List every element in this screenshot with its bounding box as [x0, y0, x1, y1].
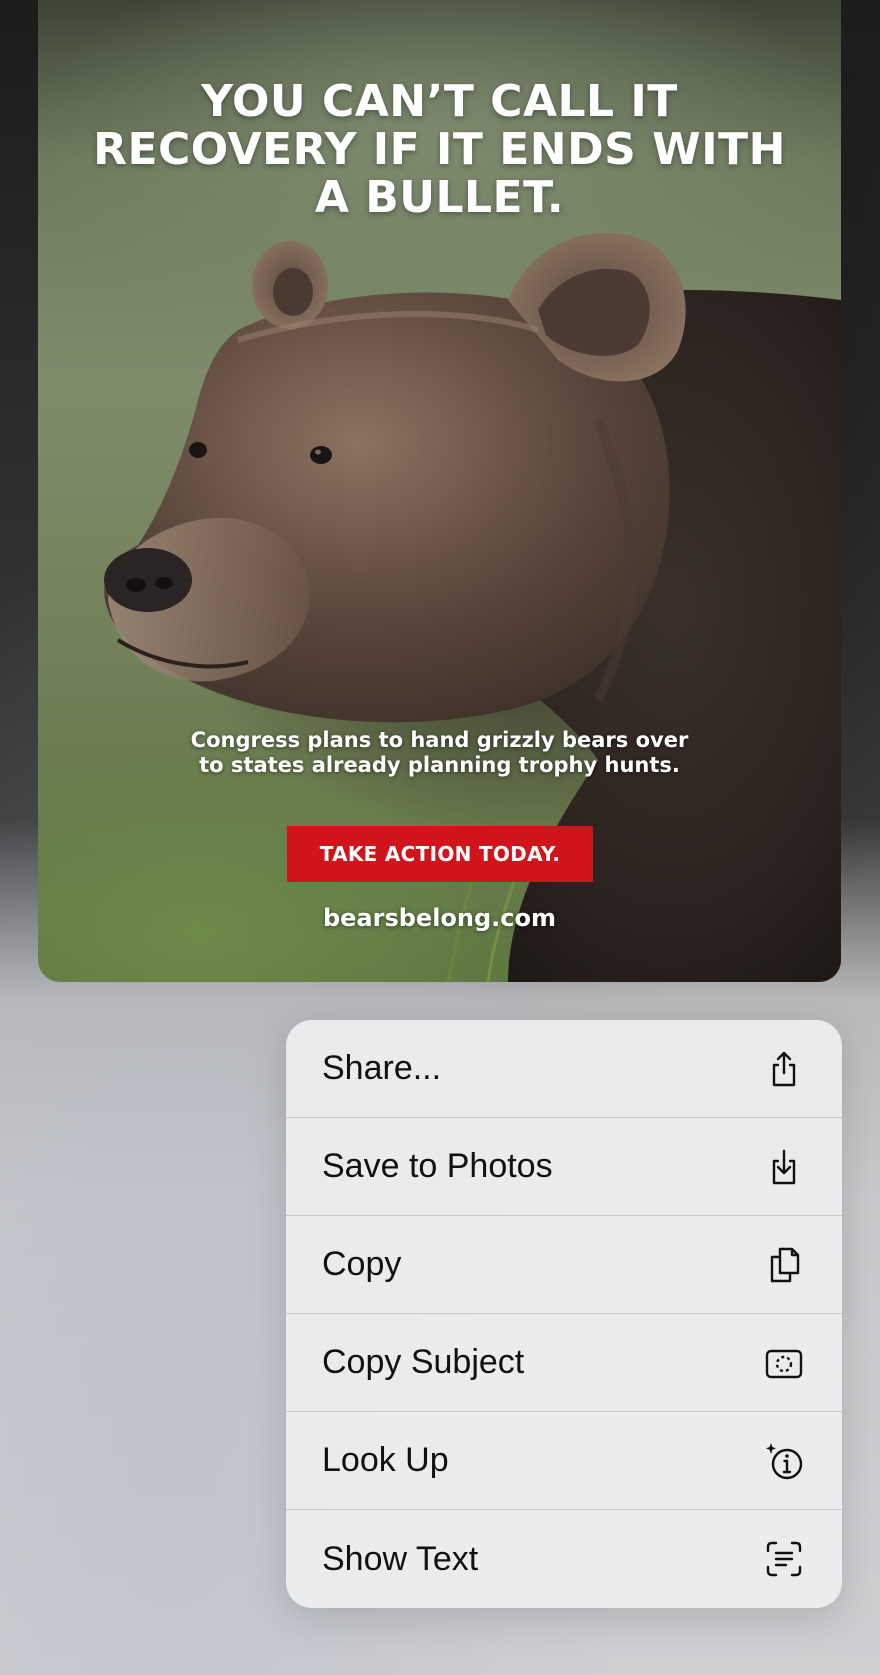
website-text: bearsbelong.com: [322, 904, 557, 932]
menu-item-label: Share...: [322, 1049, 442, 1087]
menu-item-label: Save to Photos: [322, 1147, 553, 1185]
take-action-banner: TAKE ACTION TODAY.: [287, 826, 593, 882]
look-up-icon: [764, 1441, 804, 1481]
menu-item-label: Show Text: [322, 1539, 479, 1578]
show-text-icon: [764, 1539, 804, 1579]
menu-item-label: Copy: [322, 1245, 402, 1283]
headline-text: YOU CAN’T CALL IT RECOVERY IF IT ENDS WI…: [93, 76, 786, 223]
menu-item-copy-subject[interactable]: Copy Subject: [286, 1314, 842, 1412]
subhead-text: Congress plans to hand grizzly bears ove…: [190, 728, 689, 777]
copy-icon: [764, 1245, 804, 1285]
share-icon: [764, 1049, 804, 1089]
copy-subject-icon: [764, 1343, 804, 1383]
context-menu: Share... Save to Photos Copy Copy Subjec…: [286, 1020, 842, 1608]
menu-item-label: Copy Subject: [322, 1343, 525, 1381]
menu-item-look-up[interactable]: Look Up: [286, 1412, 842, 1510]
save-to-photos-icon: [764, 1147, 804, 1187]
menu-item-show-text[interactable]: Show Text: [286, 1510, 842, 1608]
menu-item-save-to-photos[interactable]: Save to Photos: [286, 1118, 842, 1216]
menu-item-share[interactable]: Share...: [286, 1020, 842, 1118]
image-preview[interactable]: YOU CAN’T CALL IT RECOVERY IF IT ENDS WI…: [38, 0, 841, 982]
menu-item-copy[interactable]: Copy: [286, 1216, 842, 1314]
menu-item-label: Look Up: [322, 1441, 449, 1479]
